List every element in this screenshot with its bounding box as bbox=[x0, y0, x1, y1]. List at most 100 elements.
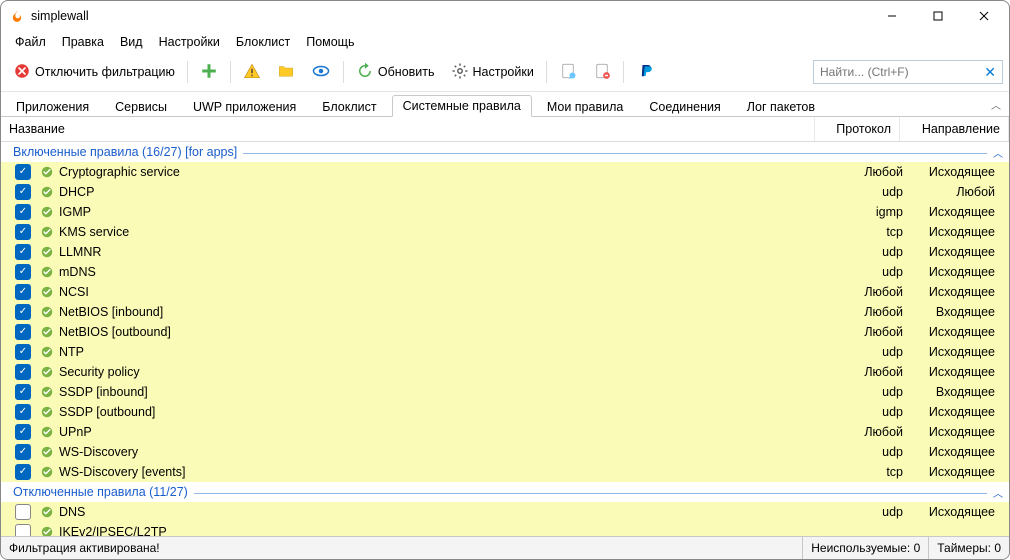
rules-list[interactable]: Включенные правила (16/27) [for apps] ︿ … bbox=[1, 142, 1009, 536]
minimize-button[interactable] bbox=[869, 1, 915, 31]
rule-row[interactable]: ✓ NetBIOS [outbound] Любой Исходящее bbox=[1, 322, 1009, 342]
rule-checkbox[interactable]: ✓ bbox=[1, 364, 37, 380]
disable-filter-button[interactable]: Отключить фильтрацию bbox=[7, 59, 181, 86]
rule-protocol: udp bbox=[835, 265, 903, 279]
refresh-button[interactable]: Обновить bbox=[350, 59, 441, 86]
rule-row[interactable]: ✓ Cryptographic service Любой Исходящее bbox=[1, 162, 1009, 182]
rule-row[interactable]: ✓ mDNS udp Исходящее bbox=[1, 262, 1009, 282]
toolbar-separator bbox=[187, 61, 188, 83]
rule-name: Security policy bbox=[59, 365, 835, 379]
rule-row[interactable]: IKEv2/IPSEC/L2TP bbox=[1, 522, 1009, 536]
tab-my-rules[interactable]: Мои правила bbox=[536, 96, 635, 117]
rule-checkbox[interactable] bbox=[1, 524, 37, 536]
tab-connections[interactable]: Соединения bbox=[638, 96, 731, 117]
rule-row[interactable]: ✓ NetBIOS [inbound] Любой Входящее bbox=[1, 302, 1009, 322]
menu-blocklist[interactable]: Блоклист bbox=[228, 33, 298, 51]
checkbox-on-icon: ✓ bbox=[15, 324, 31, 340]
gear-icon bbox=[451, 62, 469, 83]
tab-system-rules[interactable]: Системные правила bbox=[392, 95, 532, 117]
rule-checkbox[interactable]: ✓ bbox=[1, 404, 37, 420]
rule-direction: Исходящее bbox=[903, 425, 1009, 439]
menu-file[interactable]: Файл bbox=[7, 33, 54, 51]
check-circle-icon bbox=[39, 464, 55, 480]
tab-services[interactable]: Сервисы bbox=[104, 96, 178, 117]
rule-checkbox[interactable]: ✓ bbox=[1, 344, 37, 360]
rule-checkbox[interactable]: ✓ bbox=[1, 244, 37, 260]
check-circle-icon bbox=[39, 184, 55, 200]
rule-protocol: tcp bbox=[835, 225, 903, 239]
menu-settings[interactable]: Настройки bbox=[151, 33, 228, 51]
rule-checkbox[interactable]: ✓ bbox=[1, 224, 37, 240]
menu-view[interactable]: Вид bbox=[112, 33, 151, 51]
rule-checkbox[interactable]: ✓ bbox=[1, 284, 37, 300]
rule-row[interactable]: ✓ WS-Discovery udp Исходящее bbox=[1, 442, 1009, 462]
toolbar-separator bbox=[230, 61, 231, 83]
rule-protocol: udp bbox=[835, 505, 903, 519]
search-box: ✕ bbox=[813, 60, 1003, 84]
rule-checkbox[interactable]: ✓ bbox=[1, 424, 37, 440]
chevron-up-icon[interactable]: ︿ bbox=[993, 145, 1009, 160]
col-protocol[interactable]: Протокол bbox=[815, 117, 900, 141]
rule-row[interactable]: DNS udp Исходящее bbox=[1, 502, 1009, 522]
rule-name: LLMNR bbox=[59, 245, 835, 259]
rule-row[interactable]: ✓ KMS service tcp Исходящее bbox=[1, 222, 1009, 242]
tab-apps[interactable]: Приложения bbox=[5, 96, 100, 117]
rule-direction: Исходящее bbox=[903, 265, 1009, 279]
rule-row[interactable]: ✓ IGMP igmp Исходящее bbox=[1, 202, 1009, 222]
rule-checkbox[interactable]: ✓ bbox=[1, 164, 37, 180]
group-header-enabled[interactable]: Включенные правила (16/27) [for apps] ︿ bbox=[1, 142, 1009, 162]
rule-row[interactable]: ✓ WS-Discovery [events] tcp Исходящее bbox=[1, 462, 1009, 482]
maximize-button[interactable] bbox=[915, 1, 961, 31]
check-circle-icon bbox=[39, 344, 55, 360]
rule-row[interactable]: ✓ NTP udp Исходящее bbox=[1, 342, 1009, 362]
tab-blocklist[interactable]: Блоклист bbox=[311, 96, 387, 117]
checkbox-on-icon: ✓ bbox=[15, 264, 31, 280]
rule-row[interactable]: ✓ SSDP [inbound] udp Входящее bbox=[1, 382, 1009, 402]
log-button[interactable] bbox=[553, 59, 583, 86]
rule-checkbox[interactable]: ✓ bbox=[1, 444, 37, 460]
chevron-up-icon[interactable]: ︿ bbox=[991, 97, 1001, 112]
status-unused: Неиспользуемые: 0 bbox=[803, 537, 929, 559]
rule-checkbox[interactable] bbox=[1, 504, 37, 520]
rule-row[interactable]: ✓ SSDP [outbound] udp Исходящее bbox=[1, 402, 1009, 422]
window-controls bbox=[869, 1, 1007, 31]
log-clear-button[interactable] bbox=[587, 59, 617, 86]
rule-row[interactable]: ✓ UPnP Любой Исходящее bbox=[1, 422, 1009, 442]
tab-packet-log[interactable]: Лог пакетов bbox=[736, 96, 826, 117]
folder-button[interactable] bbox=[271, 59, 301, 86]
rule-checkbox[interactable]: ✓ bbox=[1, 264, 37, 280]
warning-button[interactable] bbox=[237, 59, 267, 86]
menu-help[interactable]: Помощь bbox=[298, 33, 362, 51]
tab-uwp[interactable]: UWP приложения bbox=[182, 96, 307, 117]
rule-checkbox[interactable]: ✓ bbox=[1, 384, 37, 400]
rule-checkbox[interactable]: ✓ bbox=[1, 204, 37, 220]
refresh-icon bbox=[356, 62, 374, 83]
rule-name: UPnP bbox=[59, 425, 835, 439]
group-header-disabled[interactable]: Отключенные правила (11/27) ︿ bbox=[1, 482, 1009, 502]
close-button[interactable] bbox=[961, 1, 1007, 31]
menu-edit[interactable]: Правка bbox=[54, 33, 112, 51]
col-direction[interactable]: Направление bbox=[900, 117, 1009, 141]
refresh-label: Обновить bbox=[378, 65, 435, 79]
check-circle-icon bbox=[39, 524, 55, 536]
eye-button[interactable] bbox=[305, 59, 337, 86]
rule-row[interactable]: ✓ LLMNR udp Исходящее bbox=[1, 242, 1009, 262]
rule-row[interactable]: ✓ DHCP udp Любой bbox=[1, 182, 1009, 202]
rule-checkbox[interactable]: ✓ bbox=[1, 304, 37, 320]
rule-checkbox[interactable]: ✓ bbox=[1, 184, 37, 200]
search-input[interactable] bbox=[818, 64, 982, 80]
checkbox-off-icon bbox=[15, 504, 31, 520]
group-label: Включенные правила (16/27) [for apps] bbox=[13, 145, 237, 159]
rule-row[interactable]: ✓ Security policy Любой Исходящее bbox=[1, 362, 1009, 382]
rule-checkbox[interactable]: ✓ bbox=[1, 464, 37, 480]
check-circle-icon bbox=[39, 264, 55, 280]
rule-name: WS-Discovery [events] bbox=[59, 465, 835, 479]
settings-button[interactable]: Настройки bbox=[445, 59, 540, 86]
rule-checkbox[interactable]: ✓ bbox=[1, 324, 37, 340]
clear-search-icon[interactable]: ✕ bbox=[982, 64, 998, 81]
chevron-up-icon[interactable]: ︿ bbox=[993, 485, 1009, 500]
rule-row[interactable]: ✓ NCSI Любой Исходящее bbox=[1, 282, 1009, 302]
donate-button[interactable] bbox=[630, 59, 664, 86]
add-button[interactable] bbox=[194, 59, 224, 86]
col-name[interactable]: Название bbox=[1, 117, 815, 141]
